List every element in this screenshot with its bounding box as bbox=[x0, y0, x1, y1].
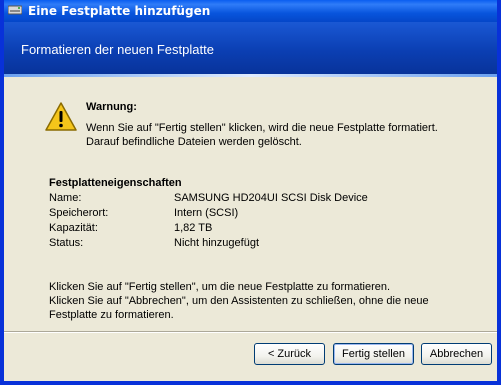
warning-line-2: Darauf befindliche Dateien werden gelösc… bbox=[86, 136, 302, 148]
property-value: 1,82 TB bbox=[174, 222, 213, 234]
properties-title: Festplatteneigenschaften bbox=[49, 177, 182, 189]
cancel-button[interactable]: Abbrechen bbox=[421, 343, 492, 365]
property-row-location: Speicherort: Intern (SCSI) bbox=[49, 207, 479, 222]
warning-title: Warnung: bbox=[86, 101, 137, 113]
wizard-window: Eine Festplatte hinzufügen Formatieren d… bbox=[0, 0, 501, 385]
title-bar[interactable]: Eine Festplatte hinzufügen bbox=[4, 0, 497, 22]
footer-line-2: Klicken Sie auf "Abbrechen", um den Assi… bbox=[49, 295, 429, 307]
property-label: Kapazität: bbox=[49, 222, 98, 234]
page-title: Formatieren der neuen Festplatte bbox=[21, 42, 214, 57]
drive-icon bbox=[8, 5, 22, 15]
property-label: Status: bbox=[49, 237, 84, 249]
property-value: SAMSUNG HD204UI SCSI Disk Device bbox=[174, 192, 368, 204]
finish-button[interactable]: Fertig stellen bbox=[333, 343, 414, 365]
property-label: Speicherort: bbox=[49, 207, 109, 219]
warning-icon bbox=[45, 102, 77, 131]
property-row-capacity: Kapazität: 1,82 TB bbox=[49, 222, 479, 237]
window-title: Eine Festplatte hinzufügen bbox=[28, 4, 211, 18]
wizard-header: Formatieren der neuen Festplatte bbox=[4, 22, 497, 74]
property-value: Intern (SCSI) bbox=[174, 207, 239, 219]
footer-line-3: Festplatte zu formatieren. bbox=[49, 309, 174, 321]
property-value: Nicht hinzugefügt bbox=[174, 237, 259, 249]
footer-instructions: Klicken Sie auf "Fertig stellen", um die… bbox=[49, 280, 469, 322]
property-row-name: Name: SAMSUNG HD204UI SCSI Disk Device bbox=[49, 192, 479, 207]
footer-line-1: Klicken Sie auf "Fertig stellen", um die… bbox=[49, 281, 391, 293]
warning-text: Wenn Sie auf "Fertig stellen" klicken, w… bbox=[86, 121, 486, 149]
back-button[interactable]: < Zurück bbox=[254, 343, 325, 365]
property-label: Name: bbox=[49, 192, 82, 204]
warning-line-1: Wenn Sie auf "Fertig stellen" klicken, w… bbox=[86, 122, 438, 134]
property-row-status: Status: Nicht hinzugefügt bbox=[49, 237, 479, 252]
button-separator bbox=[4, 331, 497, 333]
